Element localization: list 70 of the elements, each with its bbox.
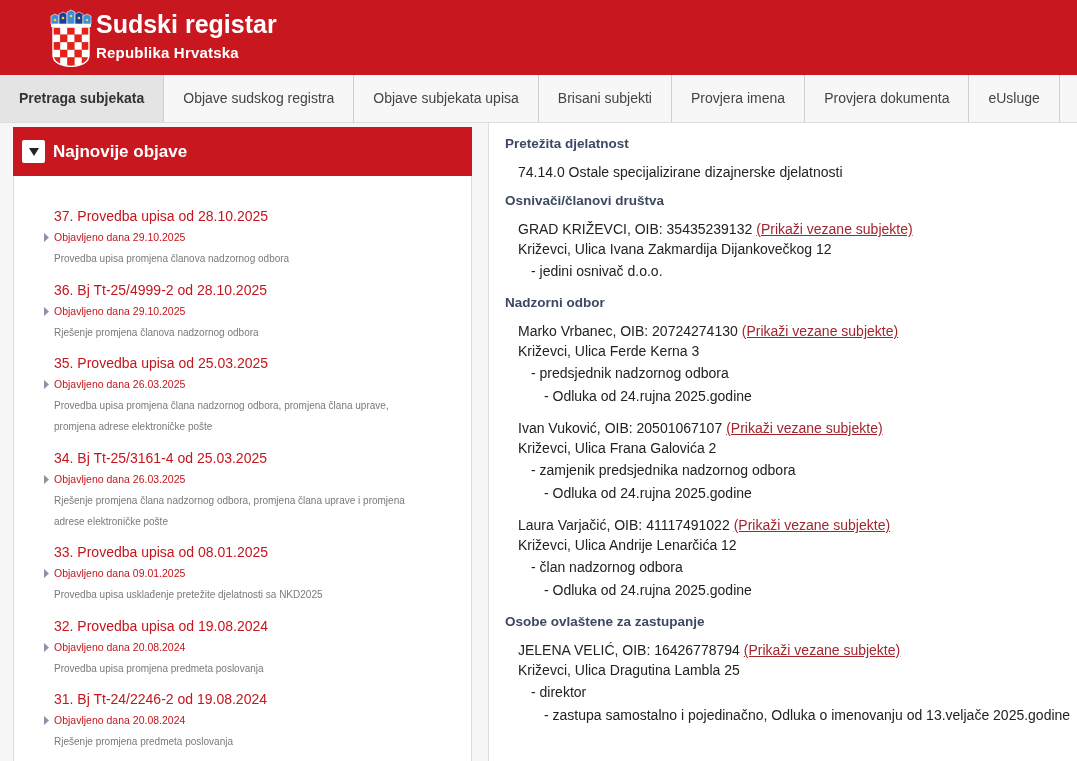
nav-tab[interactable]: Objave subjekata upisa [354,75,539,122]
person-role: - direktor [531,683,588,702]
nav-tab[interactable]: Provjera imena [671,75,806,122]
nav-tab[interactable]: Brisani subjekti [538,75,672,122]
site-subtitle: Republika Hrvatska [96,42,240,63]
publication-summary: Rješenje promjena predmeta poslovanja [54,735,234,749]
publication-summary: Rješenje promjena članova nadzornog odbora [54,325,260,340]
caret-right-icon [44,474,49,484]
person-name: Ivan Vuković, OIB: 20501067107 [518,420,723,436]
publication-link[interactable]: 37. Provedba upisa od 28.10.2025 [54,205,451,227]
person-name: GRAD KRIŽEVCI, OIB: 35435239132 [518,221,753,237]
panel-title: Najnovije objave [53,140,188,163]
publication-date: Objavljeno dana 09.01.2025 [54,566,186,581]
related-entities-link[interactable]: (Prikaži vezane subjekte) [756,221,913,237]
person-role: - član nadzornog odbora [531,558,684,577]
person-address: Križevci, Ulica Frana Galovića 2 [518,439,718,458]
role-detail: - zastupa samostalno i pojedinačno, Odluka o imenovanju od 13.veljače 2025.godine [544,706,1072,725]
section-heading: Nadzorni odbor [505,294,606,312]
person-role: - zamjenik predsjednika nadzornog odbora [531,461,797,480]
nav-tab[interactable]: eUsluge [969,75,1060,122]
person-name: JELENA VELIĆ, OIB: 16426778794 [518,642,740,658]
checkered-shield-icon [50,8,92,67]
related-entities-link[interactable]: (Prikaži vezane subjekte) [733,517,891,533]
nav-tab[interactable]: Objave sudskog registra [164,75,355,122]
publication-summary: Provedba upisa promjena predmeta poslovanja [54,661,265,676]
publication-link[interactable]: 31. Bj Tt-24/2246-2 od 19.08.2024 [54,688,451,710]
caret-right-icon [44,642,49,652]
role-detail: - Odluka od 24.rujna 2025.godine [544,387,753,406]
person-address: Križevci, Ulica Ferde Kerna 3 [518,342,701,361]
publication-link[interactable]: 33. Provedba upisa od 08.01.2025 [54,541,451,563]
role-detail: - Odluka od 24.rujna 2025.godine [544,484,753,503]
publication-summary: Provedba upisa promjena člana nadzornog odbora, promjena člana uprave, promjena adrese elektroničke pošte [54,399,390,434]
person-address: Križevci, Ulica Ivana Zakmardija Dijankovečkog 12 [518,240,833,259]
section-heading: Osnivači/članovi društva [505,192,666,210]
role-detail: - Odluka od 24.rujna 2025.godine [544,581,753,600]
site-title: Sudski registar [96,8,277,39]
related-entities-link[interactable]: (Prikaži vezane subjekte) [726,420,883,436]
publication-date: Objavljeno dana 29.10.2025 [54,230,186,245]
publication-date: Objavljeno dana 26.03.2025 [54,471,186,487]
related-entities-link[interactable]: (Prikaži vezane subjekte) [743,642,901,658]
person-address: Križevci, Ulica Andrije Lenarčića 12 [518,536,738,555]
publication-link[interactable]: 36. Bj Tt-25/4999-2 od 28.10.2025 [54,278,451,301]
person-name: Marko Vrbanec, OIB: 20724274130 [518,323,738,339]
nav-tab[interactable]: Provjera dokumenta [805,75,970,122]
caret-right-icon [44,380,49,389]
section-heading: Pretežita djelatnost [505,135,630,153]
publication-date: Objavljeno dana 20.08.2024 [54,639,186,655]
person-name: Laura Varjačić, OIB: 41117491022 [518,517,730,533]
caret-right-icon [44,716,49,725]
nav-tab[interactable]: Pretraga subjekata [0,75,165,122]
related-entities-link[interactable]: (Prikaži vezane subjekte) [741,323,899,339]
caret-down-icon [28,147,39,156]
publication-summary: Rješenje promjena člana nadzornog odbora, promjena člana uprave i promjena adrese elektroničke pošte [54,493,406,529]
caret-right-icon [44,569,49,578]
person-role: - predsjednik nadzornog odbora [531,364,730,383]
publication-date: Objavljeno dana 20.08.2024 [54,713,186,728]
activity-text: 74.14.0 Ostale specijalizirane dizajnerske djelatnosti [518,163,844,182]
caret-right-icon [44,233,49,242]
section-heading: Osobe ovlaštene za zastupanje [505,613,706,631]
publication-date: Objavljeno dana 29.10.2025 [54,303,186,319]
person-role: - jedini osnivač d.o.o. [531,262,664,281]
publication-summary: Provedba upisa promjena članova nadzornog odbora [54,252,291,266]
publication-link[interactable]: 34. Bj Tt-25/3161-4 od 25.03.2025 [54,446,451,469]
caret-right-icon [44,306,49,316]
publication-link[interactable]: 32. Provedba upisa od 19.08.2024 [54,614,451,637]
person-address: Križevci, Ulica Dragutina Lambla 25 [518,661,741,680]
publication-date: Objavljeno dana 26.03.2025 [54,377,186,392]
publication-link[interactable]: 35. Provedba upisa od 25.03.2025 [54,352,451,374]
collapse-toggle[interactable] [22,140,45,163]
publication-summary: Provedba upisa usklađenje pretežite djelatnosti sa NKD2025 [54,588,324,602]
